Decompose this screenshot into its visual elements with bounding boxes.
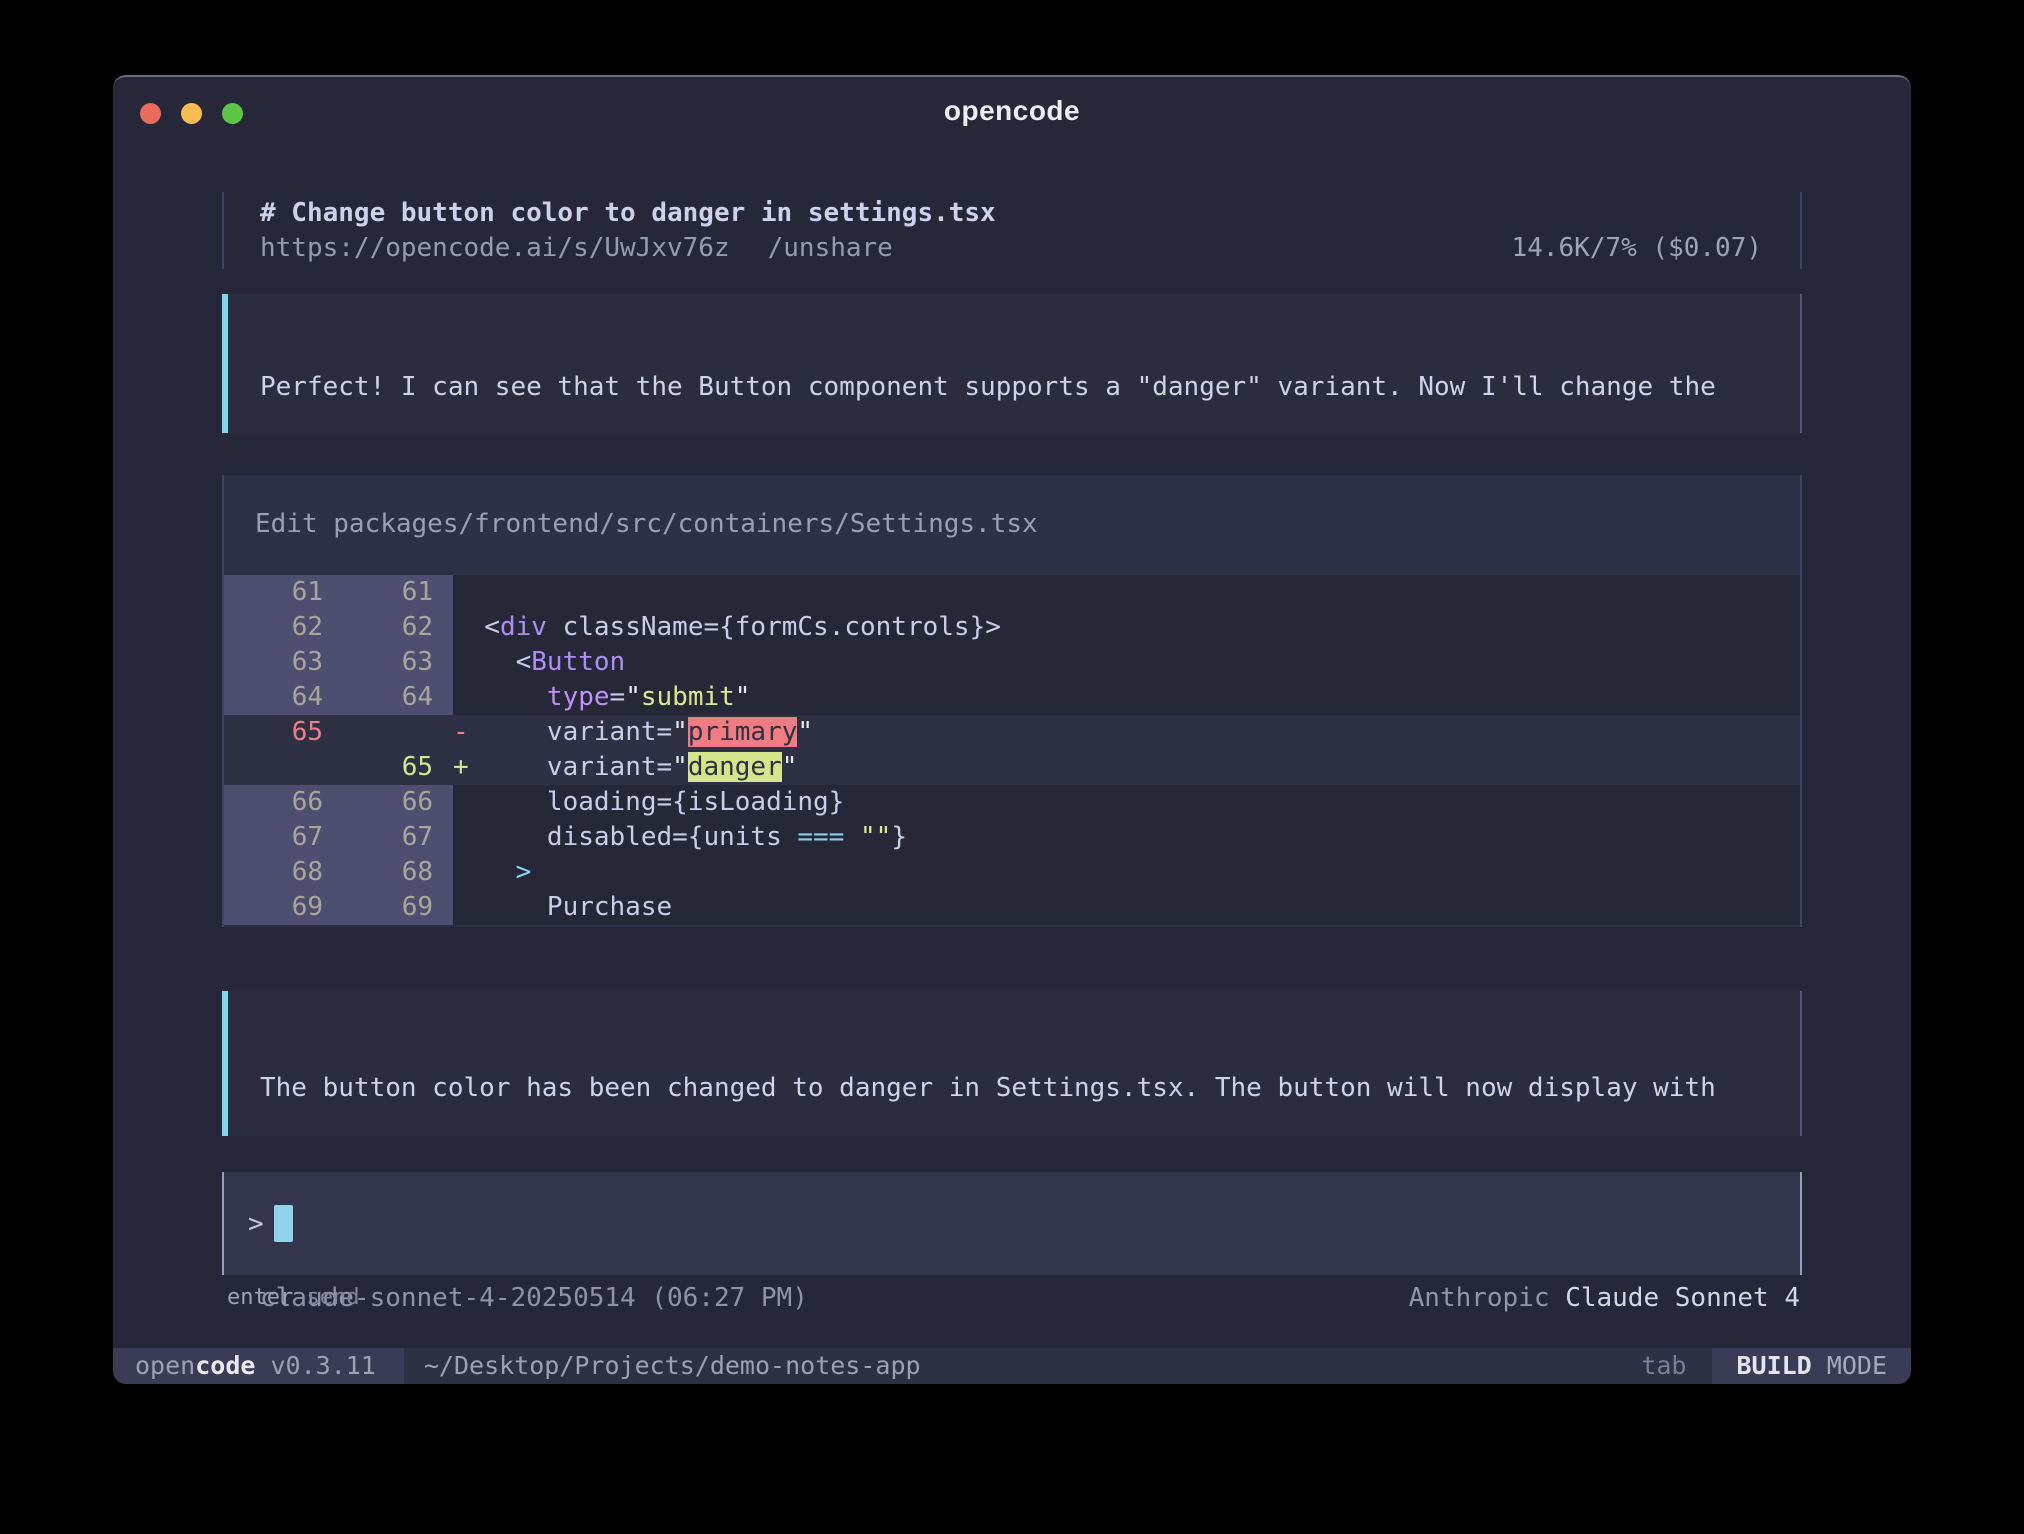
edit-file-path: Edit packages/frontend/src/containers/Se… bbox=[224, 475, 1800, 542]
mode-badge[interactable]: BUILD MODE bbox=[1712, 1348, 1911, 1384]
diff-line-number-new: 66 bbox=[323, 785, 453, 820]
text-cursor bbox=[274, 1205, 293, 1242]
diff-view: 61616262 <div className={formCs.controls… bbox=[224, 575, 1800, 925]
diff-line-number-new: 62 bbox=[323, 610, 453, 645]
diff-row: 6262 <div className={formCs.controls}> bbox=[224, 610, 1800, 645]
diff-row: 6161 bbox=[224, 575, 1800, 610]
model-name: Claude Sonnet 4 bbox=[1565, 1283, 1800, 1313]
diff-line-number-new bbox=[323, 715, 453, 750]
token-usage-cost: 14.6K/7% ($0.07) bbox=[1512, 231, 1762, 266]
diff-line-number-old: 65 bbox=[224, 715, 323, 750]
app-name-open: open bbox=[135, 1351, 195, 1380]
diff-row: 6868 > bbox=[224, 855, 1800, 890]
tab-key-hint: tab bbox=[1641, 1348, 1686, 1384]
diff-code-line: disabled={units === ""} bbox=[453, 820, 1800, 855]
session-title: # Change button color to danger in setti… bbox=[260, 196, 1762, 231]
app-version-badge: opencode v0.3.11 bbox=[113, 1348, 404, 1384]
diff-line-number-old: 64 bbox=[224, 680, 323, 715]
diff-line-number-old: 68 bbox=[224, 855, 323, 890]
mode-label: MODE bbox=[1812, 1351, 1887, 1380]
diff-row: 65 - variant="primary" bbox=[224, 715, 1800, 750]
diff-code-line: <div className={formCs.controls}> bbox=[453, 610, 1800, 645]
diff-line-number-old bbox=[224, 750, 323, 785]
titlebar: opencode bbox=[113, 77, 1911, 197]
model-provider: Anthropic bbox=[1409, 1283, 1566, 1313]
status-bar: opencode v0.3.11 ~/Desktop/Projects/demo… bbox=[113, 1348, 1911, 1384]
diff-code-line: type="submit" bbox=[453, 680, 1800, 715]
diff-line-number-old: 62 bbox=[224, 610, 323, 645]
diff-code-line: > bbox=[453, 855, 1800, 890]
diff-code-line: - variant="primary" bbox=[453, 715, 1800, 750]
unshare-command[interactable]: /unshare bbox=[768, 231, 893, 266]
diff-line-number-new: 63 bbox=[323, 645, 453, 680]
diff-line-number-old: 61 bbox=[224, 575, 323, 610]
mode-name: BUILD bbox=[1736, 1351, 1811, 1380]
working-directory: ~/Desktop/Projects/demo-notes-app bbox=[424, 1348, 921, 1384]
diff-row: 6969 Purchase bbox=[224, 890, 1800, 925]
diff-line-number-new: 68 bbox=[323, 855, 453, 890]
prompt-chevron-icon: > bbox=[248, 1209, 264, 1239]
diff-line-number-old: 69 bbox=[224, 890, 323, 925]
diff-code-line: + variant="danger" bbox=[453, 750, 1800, 785]
opencode-window: opencode # Change button color to danger… bbox=[113, 75, 1911, 1384]
assistant-message: Perfect! I can see that the Button compo… bbox=[222, 294, 1802, 433]
window-title: opencode bbox=[113, 95, 1911, 127]
diff-row: 6767 disabled={units === ""} bbox=[224, 820, 1800, 855]
hint-key-label: enter bbox=[227, 1285, 293, 1310]
diff-line-number-new: 65 bbox=[323, 750, 453, 785]
diff-line-number-old: 63 bbox=[224, 645, 323, 680]
diff-code-line: Purchase bbox=[453, 890, 1800, 925]
model-indicator: Anthropic Claude Sonnet 4 bbox=[1409, 1283, 1800, 1313]
diff-code-line: <Button bbox=[453, 645, 1800, 680]
header-spacer bbox=[893, 231, 1512, 266]
diff-line-number-new: 64 bbox=[323, 680, 453, 715]
diff-line-number-new: 69 bbox=[323, 890, 453, 925]
session-header: # Change button color to danger in setti… bbox=[222, 192, 1802, 269]
enter-send-hint: enter send bbox=[227, 1285, 359, 1310]
diff-row: 6666 loading={isLoading} bbox=[224, 785, 1800, 820]
hint-row: enter send Anthropic Claude Sonnet 4 bbox=[222, 1280, 1802, 1315]
share-url-link[interactable]: https://opencode.ai/s/UwJxv76z bbox=[260, 231, 730, 266]
assistant-message: The button color has been changed to dan… bbox=[222, 991, 1802, 1136]
message-line: The button color has been changed to dan… bbox=[260, 1071, 1764, 1106]
diff-line-number-new: 67 bbox=[323, 820, 453, 855]
diff-row: 6464 type="submit" bbox=[224, 680, 1800, 715]
app-name-code: code bbox=[195, 1351, 255, 1380]
prompt-input[interactable]: > bbox=[222, 1172, 1802, 1275]
hint-action-label: send bbox=[293, 1285, 359, 1310]
diff-row: 65+ variant="danger" bbox=[224, 750, 1800, 785]
diff-code-line: loading={isLoading} bbox=[453, 785, 1800, 820]
diff-line-number-old: 67 bbox=[224, 820, 323, 855]
diff-line-number-old: 66 bbox=[224, 785, 323, 820]
diff-row: 6363 <Button bbox=[224, 645, 1800, 680]
diff-code-line bbox=[453, 575, 1800, 610]
app-version: v0.3.11 bbox=[255, 1351, 375, 1380]
screen: opencode # Change button color to danger… bbox=[0, 0, 2024, 1534]
edit-tool-card: Edit packages/frontend/src/containers/Se… bbox=[222, 475, 1802, 927]
message-line: Perfect! I can see that the Button compo… bbox=[260, 370, 1764, 405]
diff-line-number-new: 61 bbox=[323, 575, 453, 610]
